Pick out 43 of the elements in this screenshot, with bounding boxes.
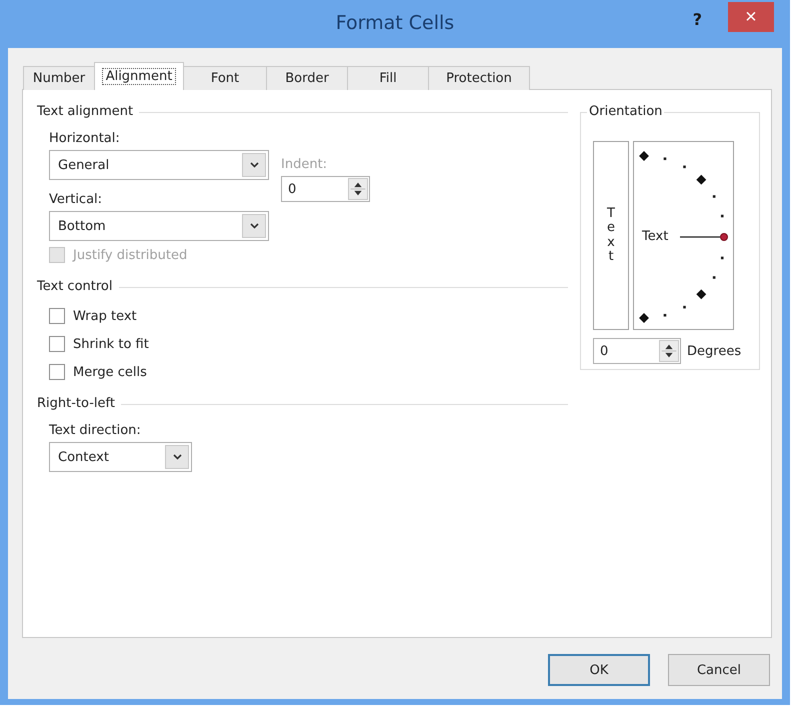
chevron-down-icon[interactable] [165, 445, 189, 469]
pointer-icon[interactable] [680, 233, 728, 241]
field-label: Indent: [281, 157, 328, 172]
checkbox[interactable] [49, 308, 65, 324]
section-title: Text control [37, 279, 112, 294]
tab[interactable]: Alignment [94, 62, 184, 90]
field-label: Text direction: [49, 423, 141, 438]
spinner-arrows-icon[interactable] [348, 178, 368, 200]
checkbox[interactable] [49, 364, 65, 380]
tab[interactable]: Number [23, 66, 95, 90]
vertical-text-button[interactable]: Text [593, 141, 629, 330]
tab[interactable]: Font [183, 66, 267, 90]
chevron-down-icon[interactable] [242, 153, 266, 177]
diamond-marker [639, 313, 649, 323]
dial-label: Text [642, 229, 668, 244]
orientation-dial[interactable]: Text [633, 141, 734, 330]
tab[interactable]: Protection [428, 66, 530, 90]
field-label: Horizontal: [49, 131, 120, 146]
close-button[interactable]: × [728, 2, 774, 32]
tab[interactable]: Border [266, 66, 348, 90]
window-title: Format Cells [336, 12, 454, 34]
checkbox-label: Justify distributed [73, 248, 188, 262]
spin-field[interactable]: 0 [593, 338, 681, 364]
checkbox-label: Wrap text [73, 308, 137, 324]
dialog-button[interactable]: Cancel [668, 654, 770, 686]
spinner-arrows-icon[interactable] [659, 340, 679, 362]
checkbox-label: Shrink to fit [73, 336, 149, 352]
field-label: Degrees [687, 344, 742, 358]
diamond-marker [639, 151, 649, 161]
section-title: Right-to-left [37, 396, 115, 411]
tab[interactable]: Fill [347, 66, 429, 90]
diamond-marker [696, 174, 706, 185]
chevron-down-icon[interactable] [242, 214, 266, 238]
dropdown[interactable]: General [49, 150, 269, 180]
dropdown[interactable]: Context [49, 442, 192, 472]
field-label: Vertical: [49, 192, 102, 207]
section-title: Text alignment [37, 104, 134, 119]
dropdown[interactable]: Bottom [49, 211, 269, 241]
help-button[interactable]: ? [692, 10, 702, 29]
checkbox[interactable] [49, 336, 65, 352]
dialog-button[interactable]: OK [548, 654, 650, 686]
checkbox-label: Merge cells [73, 364, 147, 380]
diamond-marker [696, 289, 706, 300]
